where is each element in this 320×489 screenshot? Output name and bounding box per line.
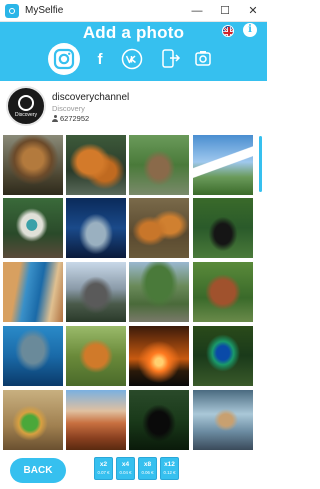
discovery-logo-icon: [18, 94, 34, 111]
photo-thumbnail-highland-cow[interactable]: [193, 262, 253, 322]
facebook-icon[interactable]: f: [90, 43, 110, 75]
pack-price: 0.04 €: [119, 470, 132, 475]
info-icon[interactable]: i: [243, 23, 257, 37]
photo-thumbnail-underwater[interactable]: [66, 198, 126, 258]
photo-thumbnail-lizard[interactable]: [3, 390, 63, 450]
photo-thumbnail-rock-peak[interactable]: [66, 262, 126, 322]
photo-thumbnail-mountain[interactable]: [193, 135, 253, 195]
pack-price: 0.06 €: [141, 470, 154, 475]
profile-username: discoverychannel: [52, 92, 130, 103]
pack-x4-button[interactable]: x4 0.04 €: [116, 457, 135, 480]
photo-thumbnail-lion[interactable]: [3, 135, 63, 195]
photo-thumbnail-panther[interactable]: [129, 390, 189, 450]
photo-thumbnail-aerial-coast[interactable]: [3, 262, 63, 322]
photo-thumbnail-peacock[interactable]: [193, 326, 253, 386]
photo-thumbnail-tiger-grass[interactable]: [66, 326, 126, 386]
pack-multiplier: x12: [164, 461, 175, 468]
header-bar: Add a photo i f: [0, 22, 267, 81]
photo-thumbnail-bird[interactable]: [3, 198, 63, 258]
pack-multiplier: x2: [99, 461, 108, 468]
window-title: MySelfie: [25, 5, 64, 16]
camera-icon[interactable]: [192, 43, 214, 75]
window-titlebar: MySelfie — ☐ ✕: [0, 0, 267, 22]
photo-thumbnail-divers[interactable]: [3, 326, 63, 386]
pack-x2-button[interactable]: x2 0.07 €: [94, 457, 113, 480]
minimize-button[interactable]: —: [183, 0, 211, 22]
uk-flag-icon[interactable]: [222, 25, 234, 37]
avatar: Discovery: [6, 86, 46, 126]
photo-thumbnail-tigers[interactable]: [66, 135, 126, 195]
follower-count-value: 6272952: [60, 114, 90, 123]
instagram-icon[interactable]: [48, 43, 80, 75]
photo-thumbnail-canyon[interactable]: [66, 390, 126, 450]
maximize-button[interactable]: ☐: [211, 0, 239, 22]
follower-count: 6272952: [52, 114, 89, 123]
grid-scrollbar[interactable]: [259, 136, 262, 192]
close-button[interactable]: ✕: [239, 0, 267, 22]
photo-grid[interactable]: [0, 131, 267, 451]
pack-multiplier: x8: [143, 461, 152, 468]
pack-price: 0.12 €: [163, 470, 176, 475]
pack-multiplier: x4: [121, 461, 130, 468]
photo-thumbnail-bears[interactable]: [129, 135, 189, 195]
footer-bar: BACK x2 0.07 € x4 0.04 € x8 0.06 € x12 0…: [0, 451, 267, 489]
photo-thumbnail-ice-cave[interactable]: [193, 390, 253, 450]
photo-thumbnail-tiger-cubs[interactable]: [129, 198, 189, 258]
person-icon: [52, 115, 58, 122]
phone-import-icon[interactable]: [160, 43, 182, 75]
pack-x12-button[interactable]: x12 0.12 €: [160, 457, 179, 480]
photo-thumbnail-ruins[interactable]: [129, 262, 189, 322]
avatar-brand: Discovery: [15, 111, 37, 118]
profile-subtitle: Discovery: [52, 104, 85, 113]
pack-x8-button[interactable]: x8 0.06 €: [138, 457, 157, 480]
profile-card: Discovery discoverychannel Discovery 627…: [0, 81, 267, 131]
pack-price: 0.07 €: [97, 470, 110, 475]
vk-icon[interactable]: [120, 43, 144, 75]
photo-thumbnail-sunset[interactable]: [129, 326, 189, 386]
photo-thumbnail-bear-forest[interactable]: [193, 198, 253, 258]
app-icon: [5, 3, 19, 18]
back-button[interactable]: BACK: [10, 458, 66, 483]
